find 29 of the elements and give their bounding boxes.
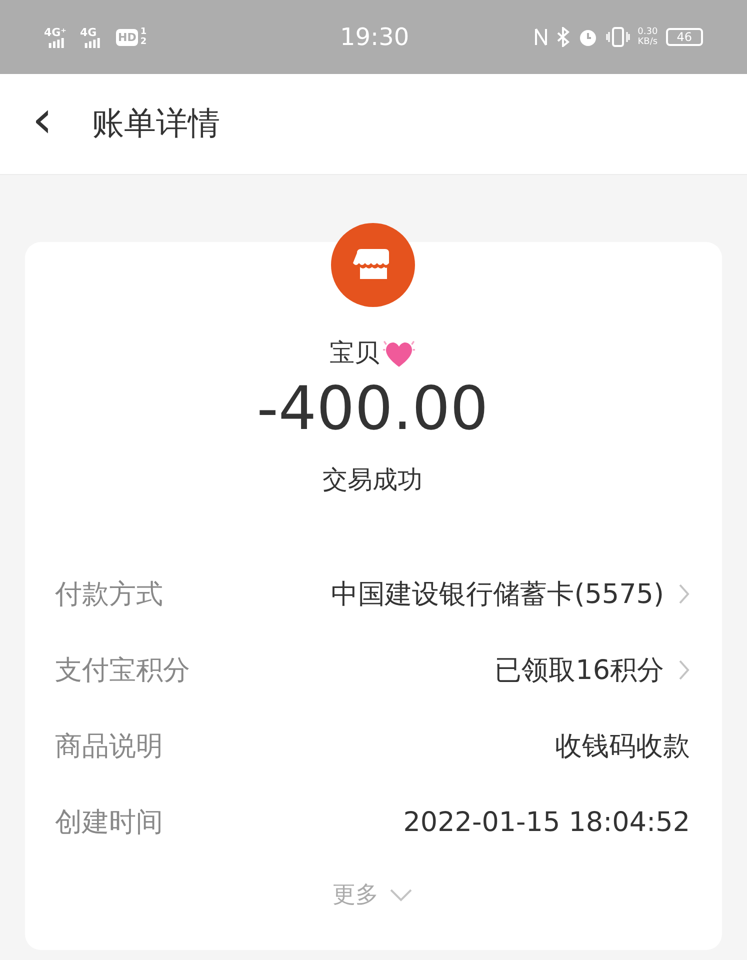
- back-button[interactable]: ‹: [0, 94, 92, 154]
- network-label: 4G⁺: [44, 26, 66, 38]
- battery-indicator: 46: [666, 28, 703, 46]
- vibrate-icon: [606, 27, 630, 47]
- speed-value: 0.30: [638, 27, 658, 37]
- field-label: 支付宝积分: [55, 654, 190, 688]
- sim-slot-label: 2: [140, 37, 147, 47]
- speed-unit: KB/s: [638, 37, 658, 47]
- chevron-down-icon: [388, 888, 412, 902]
- field-value[interactable]: 已领取16积分: [494, 652, 664, 688]
- field-label: 付款方式: [55, 578, 163, 612]
- bluetooth-icon: [556, 27, 570, 47]
- sim-slot-label: 1: [140, 27, 147, 37]
- payee-name: 宝贝: [330, 337, 380, 369]
- field-value: 2022-01-15 18:04:52: [403, 806, 690, 838]
- page-title: 账单详情: [92, 103, 220, 144]
- field-value: 收钱码收款: [555, 730, 690, 764]
- transaction-status: 交易成功: [322, 464, 422, 496]
- amount: -400.00: [256, 373, 488, 445]
- clock: 19:30: [340, 23, 410, 51]
- hd-badge: HD: [116, 28, 138, 46]
- field-value[interactable]: 中国建设银行储蓄卡(5575): [331, 576, 664, 612]
- nfc-icon: [534, 27, 548, 47]
- alarm-icon: [578, 27, 598, 47]
- chevron-right-icon[interactable]: [678, 659, 690, 681]
- chevron-right-icon[interactable]: [678, 583, 690, 605]
- network-label: 4G: [80, 26, 97, 38]
- field-label: 创建时间: [55, 806, 163, 840]
- field-label: 商品说明: [55, 730, 163, 764]
